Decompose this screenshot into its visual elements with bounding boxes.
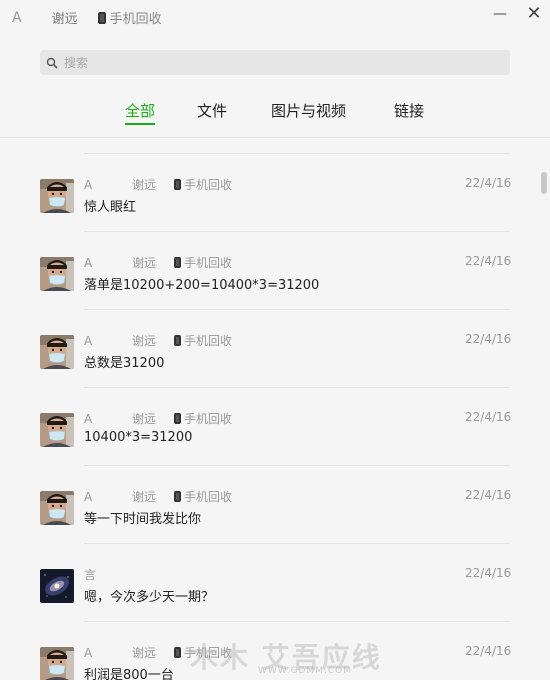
message-sender: A [84,178,93,192]
message-list[interactable]: A 谢远 手机回收 22/4/16 惊人眼红 A 谢远 手机回收 22/4/16 落单是10200… [0,138,550,680]
watermark-url: WWW.GDMM.COM [258,666,352,676]
message-group: 手机回收 [184,490,233,504]
message-row[interactable]: A 谢远 手机回收 22/4/16 落单是10200+200=10400*3=31200 [0,232,540,310]
message-row[interactable]: A 谢远 手机回收 22/4/16 惊人眼红 [0,154,540,232]
close-button[interactable]: ✕ [522,4,546,24]
message-sender: A [84,256,93,270]
avatar[interactable] [40,179,74,213]
phone-icon [174,413,181,424]
minimize-button[interactable]: — [488,4,512,24]
message-contact-name: 谢远 [132,412,157,426]
tab-bar: 全部 文件 图片与视频 链接 [0,100,550,126]
phone-icon [97,11,106,24]
message-meta: A 谢远 手机回收 [84,176,232,193]
message-text: 落单是10200+200=10400*3=31200 [84,278,320,293]
message-date: 22/4/16 [465,254,512,268]
avatar-galaxy[interactable] [40,569,74,603]
message-text: 惊人眼红 [84,200,137,215]
search-icon [46,57,58,69]
avatar[interactable] [40,413,74,447]
message-sender: A [84,646,93,660]
message-date: 22/4/16 [465,176,512,190]
message-date: 22/4/16 [465,566,512,580]
message-contact-name: 谢远 [132,256,157,270]
avatar[interactable] [40,491,74,525]
message-group: 手机回收 [184,334,233,348]
group-name: 手机回收 [109,12,162,27]
search-input[interactable] [64,55,484,70]
tab-files[interactable]: 文件 [197,100,227,121]
message-text: 嗯，今次多少天一期？ [84,590,215,605]
avatar[interactable] [40,647,74,680]
phone-icon [174,179,181,190]
message-row[interactable]: A 谢远 手机回收 22/4/16 总数是31200 [0,310,540,388]
message-group: 手机回收 [184,178,233,192]
message-meta: 言 [84,566,132,583]
message-meta: A 谢远 手机回收 [84,410,232,427]
contact-name: 谢远 [51,12,78,27]
sender-letter: A [12,9,22,26]
phone-icon [174,257,181,268]
message-text: 等一下时间我发比你 [84,512,202,527]
avatar[interactable] [40,335,74,369]
scrollbar-thumb[interactable] [541,172,547,194]
search-box[interactable] [40,50,510,75]
message-meta: A 谢远 手机回收 [84,332,232,349]
message-meta: A 谢远 手机回收 [84,254,232,271]
message-row[interactable]: 言 22/4/16 嗯，今次多少天一期？ [0,544,540,622]
message-sender: A [84,412,93,426]
chat-title: A 谢远 手机回收 [12,8,162,28]
message-date: 22/4/16 [465,644,512,658]
message-sender: A [84,490,93,504]
message-sender: A [84,334,93,348]
phone-icon [174,647,181,658]
message-meta: A 谢远 手机回收 [84,488,232,505]
message-text: 总数是31200 [84,356,165,371]
message-text: 利润是800一台 [84,668,174,680]
message-group: 手机回收 [184,412,233,426]
avatar[interactable] [40,257,74,291]
message-date: 22/4/16 [465,410,512,424]
tab-media[interactable]: 图片与视频 [271,100,346,121]
message-contact-name: 谢远 [132,490,157,504]
tab-links[interactable]: 链接 [394,100,424,121]
message-date: 22/4/16 [465,332,512,346]
message-contact-name: 谢远 [132,178,157,192]
message-date: 22/4/16 [465,488,512,502]
tab-all[interactable]: 全部 [125,100,156,125]
message-text: 10400*3=31200 [84,430,193,445]
message-sender: 言 [84,568,97,582]
message-contact-name: 谢远 [132,646,157,660]
message-row[interactable]: A 谢远 手机回收 22/4/16 10400*3=31200 [0,388,540,466]
title-bar: A 谢远 手机回收 — ✕ [0,0,550,36]
message-contact-name: 谢远 [132,334,157,348]
message-group: 手机回收 [184,256,233,270]
phone-icon [174,491,181,502]
message-row[interactable]: A 谢远 手机回收 22/4/16 等一下时间我发比你 [0,466,540,544]
phone-icon [174,335,181,346]
